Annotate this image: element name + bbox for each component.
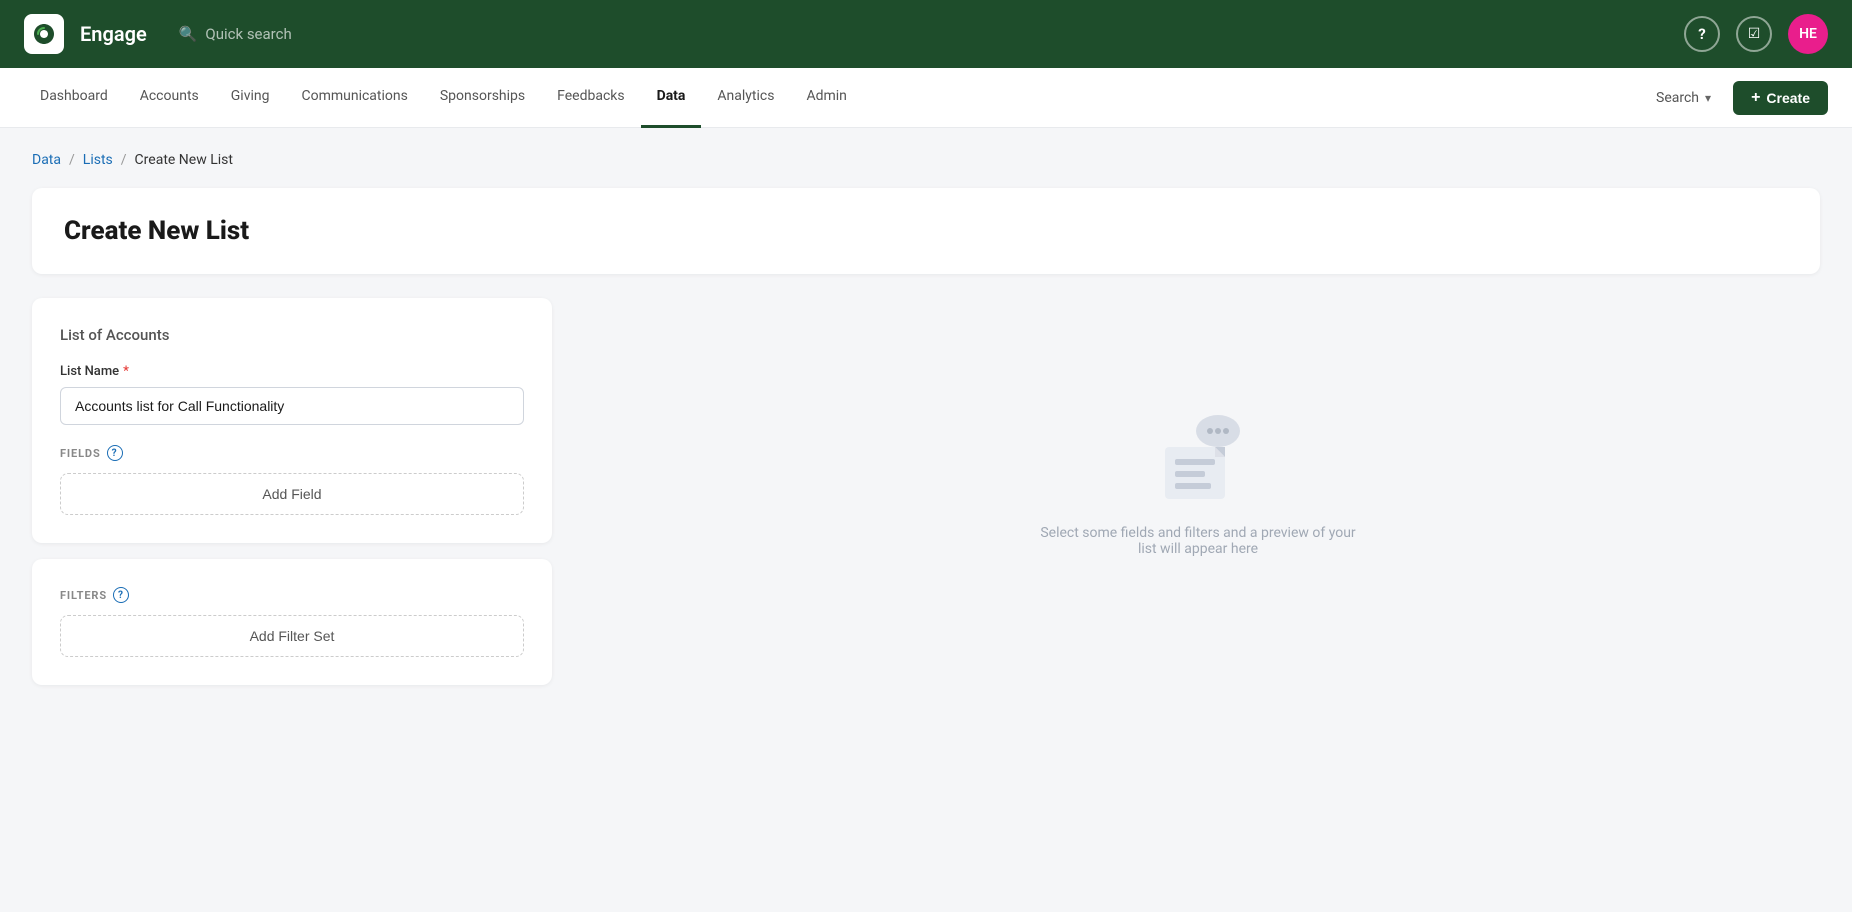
app-logo xyxy=(24,14,64,54)
checklist-icon: ☑ xyxy=(1748,26,1761,42)
nav-item-feedbacks[interactable]: Feedbacks xyxy=(541,68,640,128)
preview-area: Select some fields and filters and a pre… xyxy=(1038,399,1358,557)
section-subtitle: List of Accounts xyxy=(60,326,524,344)
required-indicator: * xyxy=(123,364,129,379)
list-form-card: List of Accounts List Name * FIELDS ? Ad xyxy=(32,298,552,543)
topbar: Engage 🔍 Quick search ? ☑ HE xyxy=(0,0,1852,68)
nav-search-button[interactable]: Search ▾ xyxy=(1646,84,1721,112)
nav-item-giving[interactable]: Giving xyxy=(215,68,286,128)
form-right-panel: Select some fields and filters and a pre… xyxy=(576,298,1820,658)
user-avatar[interactable]: HE xyxy=(1788,14,1828,54)
brand-name: Engage xyxy=(80,22,147,46)
breadcrumb: Data / Lists / Create New List xyxy=(32,152,1820,168)
preview-text: Select some fields and filters and a pre… xyxy=(1038,525,1358,557)
quick-search-label: Quick search xyxy=(205,25,291,43)
breadcrumb-lists[interactable]: Lists xyxy=(83,152,113,168)
fields-help-icon[interactable]: ? xyxy=(107,445,123,461)
nav-right-actions: Search ▾ + Create xyxy=(1646,81,1828,115)
page-content: Data / Lists / Create New List Create Ne… xyxy=(0,128,1852,709)
fields-section-label: FIELDS ? xyxy=(60,445,524,461)
form-layout: List of Accounts List Name * FIELDS ? Ad xyxy=(32,298,1820,685)
chevron-down-icon: ▾ xyxy=(1705,91,1711,105)
create-button[interactable]: + Create xyxy=(1733,81,1828,115)
breadcrumb-sep-1: / xyxy=(69,152,75,168)
filters-form-card: FILTERS ? Add Filter Set xyxy=(32,559,552,685)
form-left-panel: List of Accounts List Name * FIELDS ? Ad xyxy=(32,298,552,685)
nav-items: Dashboard Accounts Giving Communications… xyxy=(24,68,1646,128)
quick-search-bar[interactable]: 🔍 Quick search xyxy=(179,25,1668,43)
nav-item-data[interactable]: Data xyxy=(641,68,702,128)
nav-item-dashboard[interactable]: Dashboard xyxy=(24,68,124,128)
list-name-field-group: List Name * xyxy=(60,364,524,425)
breadcrumb-data[interactable]: Data xyxy=(32,152,61,168)
search-icon: 🔍 xyxy=(179,25,198,43)
list-name-label: List Name * xyxy=(60,364,524,379)
filters-section-label: FILTERS ? xyxy=(60,587,524,603)
plus-icon: + xyxy=(1751,89,1760,107)
add-filter-set-button[interactable]: Add Filter Set xyxy=(60,615,524,657)
page-title: Create New List xyxy=(64,216,1788,246)
list-name-input[interactable] xyxy=(60,387,524,425)
nav-item-communications[interactable]: Communications xyxy=(285,68,423,128)
page-title-card: Create New List xyxy=(32,188,1820,274)
nav-item-sponsorships[interactable]: Sponsorships xyxy=(424,68,541,128)
breadcrumb-current: Create New List xyxy=(135,152,233,168)
help-button[interactable]: ? xyxy=(1684,16,1720,52)
fields-section: FIELDS ? Add Field xyxy=(60,445,524,515)
main-nav: Dashboard Accounts Giving Communications… xyxy=(0,68,1852,128)
topbar-right-actions: ? ☑ HE xyxy=(1684,14,1828,54)
nav-item-analytics[interactable]: Analytics xyxy=(701,68,790,128)
nav-search-label: Search xyxy=(1656,90,1699,106)
filters-help-icon[interactable]: ? xyxy=(113,587,129,603)
add-field-button[interactable]: Add Field xyxy=(60,473,524,515)
nav-item-admin[interactable]: Admin xyxy=(790,68,862,128)
help-icon: ? xyxy=(1698,25,1705,43)
breadcrumb-sep-2: / xyxy=(121,152,127,168)
checklist-button[interactable]: ☑ xyxy=(1736,16,1772,52)
nav-item-accounts[interactable]: Accounts xyxy=(124,68,215,128)
preview-illustration xyxy=(1143,399,1253,509)
